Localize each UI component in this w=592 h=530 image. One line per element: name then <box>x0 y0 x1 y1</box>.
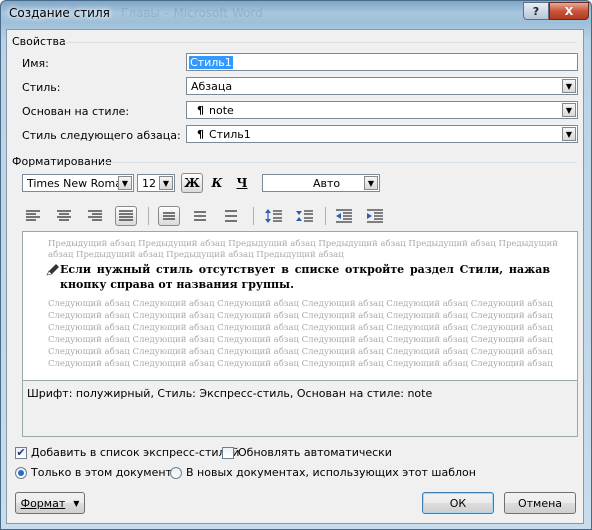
align-center-icon <box>57 210 71 221</box>
chevron-down-icon[interactable]: ▼ <box>159 176 173 190</box>
add-quick-styles-checkbox[interactable]: ✔ <box>15 447 27 459</box>
one-half-spacing-button[interactable] <box>189 206 211 226</box>
background-window-title: Главы – Microsoft Word <box>121 6 263 20</box>
pencil-icon <box>46 264 59 276</box>
increase-spacing-icon <box>265 209 282 223</box>
chevron-down-icon: ▼ <box>73 498 80 508</box>
preview-next-paragraph: Следующий абзац Следующий абзац Следующи… <box>48 347 553 357</box>
style-type-label: Стиль: <box>22 81 61 94</box>
preview-next-paragraph: Следующий абзац Следующий абзац Следующи… <box>48 335 553 345</box>
decrease-spacing-button[interactable] <box>294 206 316 226</box>
single-spacing-icon <box>163 212 175 220</box>
style-type-value: Абзаца <box>191 80 233 93</box>
properties-section-title: Свойства <box>12 35 66 48</box>
align-left-icon <box>26 210 40 221</box>
increase-spacing-button[interactable] <box>263 206 285 226</box>
help-icon: ? <box>532 4 540 18</box>
preview-next-paragraph: Следующий абзац Следующий абзац Следующи… <box>48 311 553 321</box>
name-value: Стиль1 <box>189 56 233 69</box>
align-center-button[interactable] <box>53 206 75 226</box>
chevron-down-icon[interactable]: ▼ <box>562 127 576 141</box>
add-quick-styles-label: Добавить в список экспресс-стилей <box>31 446 240 459</box>
double-spacing-button[interactable] <box>220 206 242 226</box>
underline-icon: Ч <box>236 176 248 190</box>
underline-button[interactable]: Ч <box>231 173 253 193</box>
align-left-button[interactable] <box>22 206 44 226</box>
formatting-divider <box>102 162 577 163</box>
only-this-document-label: Только в этом документе <box>31 466 179 479</box>
dialog-title: Создание стиля <box>9 6 110 20</box>
name-input[interactable]: Стиль1 <box>186 53 578 71</box>
based-on-label: Основан на стиле: <box>22 105 130 118</box>
preview-previous-paragraph: абзац Предыдущий абзац Предыдущий абзац … <box>48 250 344 260</box>
paragraph-mark-icon: ¶ <box>197 104 204 117</box>
increase-indent-button[interactable] <box>364 206 386 226</box>
font-color-select[interactable]: Авто ▼ <box>262 174 380 192</box>
ok-button[interactable]: ОК <box>422 492 494 514</box>
style-description: Шрифт: полужирный, Стиль: Экспресс-стиль… <box>22 381 578 437</box>
properties-divider <box>62 42 577 43</box>
decrease-spacing-icon <box>296 210 313 222</box>
cancel-button[interactable]: Отмена <box>504 492 576 514</box>
based-on-select[interactable]: ¶ note ▼ <box>186 101 578 119</box>
align-right-button[interactable] <box>84 206 106 226</box>
chevron-down-icon[interactable]: ▼ <box>364 176 378 190</box>
font-size-select[interactable]: 12 ▼ <box>137 174 175 192</box>
formatting-section-title: Форматирование <box>12 155 112 168</box>
preview-main-paragraph: Если нужный стиль отсутствует в списке о… <box>60 263 550 291</box>
toolbar-separator <box>325 207 326 225</box>
new-documents-label: В новых документах, использующих этот ша… <box>186 466 476 479</box>
new-documents-radio[interactable] <box>170 467 182 479</box>
based-on-value: note <box>209 104 234 117</box>
preview-next-paragraph: Следующий абзац Следующий абзац Следующи… <box>48 359 553 369</box>
font-select[interactable]: Times New Roman ▼ <box>22 174 134 192</box>
italic-icon: К <box>211 176 223 190</box>
font-color-value: Авто <box>313 177 341 190</box>
bold-button[interactable]: Ж <box>181 173 203 193</box>
next-style-select[interactable]: ¶ Стиль1 ▼ <box>186 125 578 143</box>
close-icon: X <box>564 4 574 18</box>
preview-next-paragraph: Следующий абзац Следующий абзац Следующи… <box>48 323 553 333</box>
justify-icon <box>119 210 133 221</box>
toolbar-separator <box>253 207 254 225</box>
decrease-indent-button[interactable] <box>333 206 355 226</box>
checkmark-icon: ✔ <box>16 446 26 459</box>
font-size-value: 12 <box>142 177 156 190</box>
preview-previous-paragraph: Предыдущий абзац Предыдущий абзац Предыд… <box>48 239 558 249</box>
cancel-button-label: Отмена <box>517 496 563 510</box>
style-type-select[interactable]: Абзаца ▼ <box>186 77 578 95</box>
chevron-down-icon[interactable]: ▼ <box>562 79 576 93</box>
chevron-down-icon[interactable]: ▼ <box>562 103 576 117</box>
italic-button[interactable]: К <box>206 173 228 193</box>
align-right-icon <box>88 210 102 221</box>
chevron-down-icon[interactable]: ▼ <box>118 176 132 190</box>
ok-button-label: ОК <box>449 496 467 510</box>
only-this-document-radio[interactable] <box>15 467 27 479</box>
double-spacing-icon <box>225 210 237 222</box>
bold-icon: Ж <box>184 176 200 190</box>
style-description-text: Шрифт: полужирный, Стиль: Экспресс-стиль… <box>27 387 433 400</box>
preview-next-paragraph: Следующий абзац Следующий абзац Следующи… <box>48 299 553 309</box>
increase-indent-icon <box>367 209 383 223</box>
next-style-value: Стиль1 <box>209 128 251 141</box>
auto-update-checkbox[interactable] <box>222 447 234 459</box>
auto-update-label: Обновлять автоматически <box>238 446 392 459</box>
toolbar-separator <box>148 207 149 225</box>
name-label: Имя: <box>22 57 49 70</box>
close-button[interactable]: X <box>549 2 589 20</box>
justify-button[interactable] <box>115 206 137 226</box>
help-button[interactable]: ? <box>523 2 549 20</box>
format-button[interactable]: Формат ▼ <box>15 492 85 514</box>
decrease-indent-icon <box>336 209 352 223</box>
next-style-label: Стиль следующего абзаца: <box>22 129 181 142</box>
title-bar[interactable]: Создание стиля Главы – Microsoft Word ? … <box>1 1 591 29</box>
format-button-label: Формат <box>20 496 66 510</box>
single-spacing-button[interactable] <box>158 206 180 226</box>
font-value: Times New Roman <box>27 177 129 190</box>
one-half-spacing-icon <box>194 211 206 221</box>
paragraph-mark-icon: ¶ <box>197 128 204 141</box>
